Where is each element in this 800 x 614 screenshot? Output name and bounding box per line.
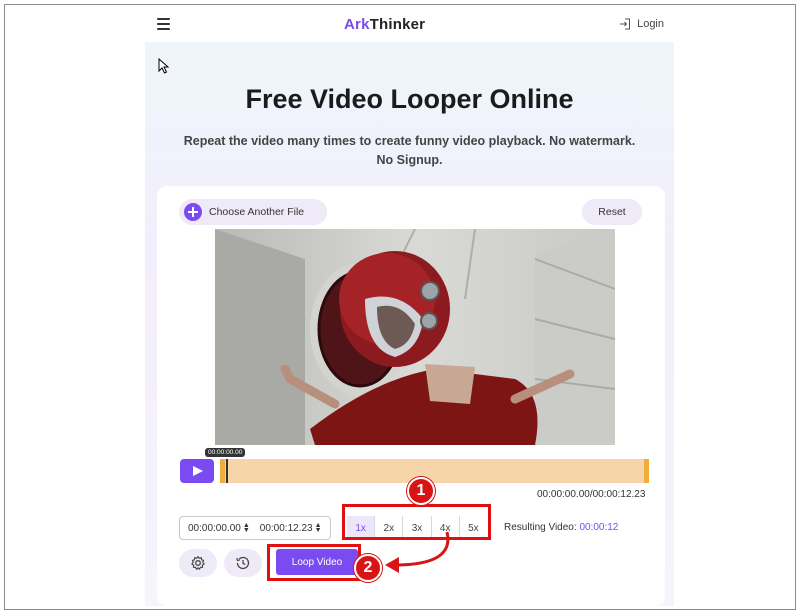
- start-time-stepper-icon[interactable]: ▲ ▼: [243, 522, 250, 534]
- resulting-video-label: Resulting Video:: [504, 522, 577, 533]
- plus-icon: [184, 203, 202, 221]
- page-subtitle: Repeat the video many times to create fu…: [183, 134, 636, 167]
- history-button[interactable]: [224, 549, 262, 577]
- timeline-playhead[interactable]: [226, 459, 228, 483]
- video-frame-image: [215, 229, 615, 445]
- step-1-badge: 1: [407, 477, 435, 505]
- highlight-box-loop-button: [267, 544, 361, 581]
- login-icon: [620, 18, 631, 30]
- reset-button[interactable]: Reset: [582, 199, 642, 225]
- login-label: Login: [637, 18, 664, 30]
- end-time-field[interactable]: 00:00:12.23 ▲ ▼: [260, 522, 322, 534]
- settings-button[interactable]: [179, 549, 217, 577]
- timeline-start-handle[interactable]: [220, 459, 225, 483]
- login-link[interactable]: Login: [619, 18, 664, 30]
- play-icon[interactable]: [180, 459, 214, 483]
- timeline-time-readout: 00:00:00.00/00:00:12.23: [537, 489, 646, 500]
- timeline-time-badge: 00:00:00.00: [205, 448, 246, 457]
- resulting-video-duration: 00:00:12: [579, 522, 619, 533]
- menu-icon[interactable]: [157, 18, 170, 30]
- page-title: Free Video Looper Online: [245, 84, 574, 114]
- trim-timeline[interactable]: [220, 459, 649, 483]
- choose-another-file-button[interactable]: Choose Another File: [179, 199, 327, 225]
- end-time-stepper-icon[interactable]: ▲ ▼: [315, 522, 322, 534]
- resulting-video-info: Resulting Video: 00:00:12: [504, 522, 618, 533]
- step-2-badge: 2: [354, 554, 382, 582]
- top-navbar: ArkThinker Login: [145, 8, 674, 42]
- time-range-inputs: 00:00:00.00 ▲ ▼ 00:00:12.23 ▲ ▼: [179, 516, 331, 540]
- timeline-end-handle[interactable]: [644, 459, 649, 483]
- choose-file-label: Choose Another File: [209, 206, 305, 218]
- settings-icon: [191, 555, 205, 570]
- start-time-field[interactable]: 00:00:00.00 ▲ ▼: [188, 522, 250, 534]
- mouse-cursor-icon: [158, 58, 170, 74]
- site-logo[interactable]: ArkThinker: [344, 16, 425, 33]
- history-icon: [236, 556, 250, 570]
- video-preview[interactable]: [215, 229, 615, 445]
